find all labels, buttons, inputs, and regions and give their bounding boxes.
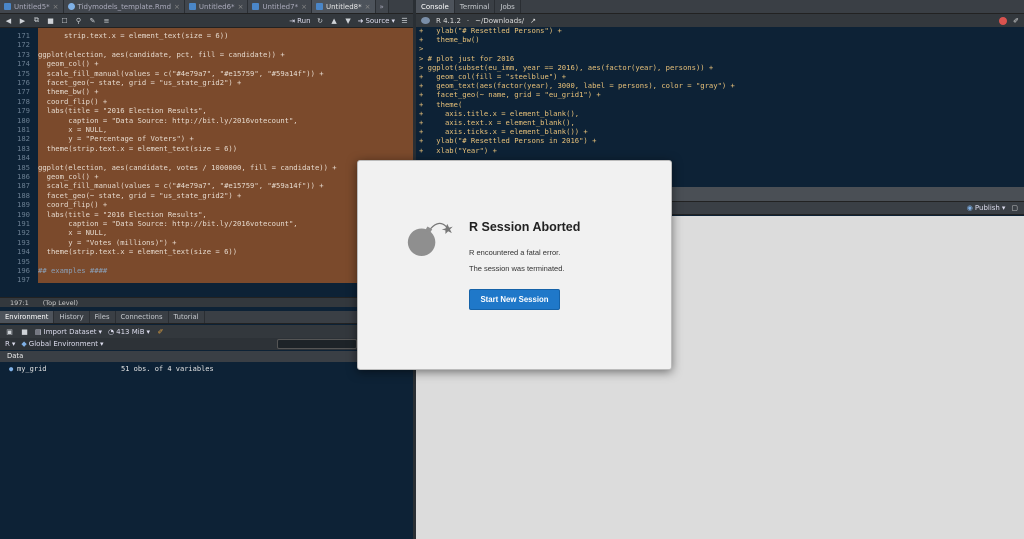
environment-row[interactable]: ● my_grid 51 obs. of 4 variables <box>0 364 413 374</box>
rstudio-window: Untitled5* × Tidymodels_template.Rmd × Unt… <box>0 0 1024 539</box>
search-icon[interactable]: ⚲ <box>74 16 83 25</box>
console-tab-bar: Console Terminal Jobs <box>416 0 1024 14</box>
code-tools-icon[interactable]: ✎ <box>88 16 97 25</box>
editor-toolbar: ◀ ▶ ⧉ ■ ☐ ⚲ ✎ ≡ ⇥ Run ↻ ▲ ▼ ➜ Source ▾ ☰ <box>0 14 413 28</box>
tab-files[interactable]: Files <box>90 311 116 323</box>
down-arrow-icon[interactable]: ▼ <box>344 16 353 25</box>
editor-pane: Untitled5* × Tidymodels_template.Rmd × Unt… <box>0 0 413 539</box>
editor-tab-untitled8[interactable]: Untitled8* × <box>311 0 376 13</box>
tab-environment[interactable]: Environment <box>0 311 55 323</box>
import-dataset-button[interactable]: ▤ Import Dataset ▾ <box>35 328 102 336</box>
console-line: + theme_bw() <box>419 35 480 45</box>
editor-tab-bar: Untitled5* × Tidymodels_template.Rmd × Unt… <box>0 0 413 14</box>
go-to-directory-icon[interactable]: ↗ <box>530 17 536 25</box>
source-on-save-icon[interactable]: ☐ <box>60 16 69 25</box>
tab-console[interactable]: Console <box>416 0 455 13</box>
tab-terminal[interactable]: Terminal <box>455 0 496 13</box>
cursor-position: 197:1 <box>10 298 29 307</box>
r-file-icon <box>315 3 323 10</box>
expand-icon[interactable]: ● <box>9 364 13 374</box>
environment-toolbar: ▣ ■ ▤ Import Dataset ▾ ◔ 413 MiB ▾ ✐ <box>0 325 413 338</box>
environment-tab-bar: Environment History Files Connections Tu… <box>0 311 413 324</box>
import-icon: ▤ <box>35 327 42 336</box>
bomb-icon <box>407 222 453 256</box>
load-workspace-icon[interactable]: ▣ <box>5 327 14 336</box>
clear-console-icon[interactable]: ✐ <box>1013 17 1019 25</box>
r-file-icon <box>252 3 260 10</box>
session-aborted-dialog: R Session Aborted R encountered a fatal … <box>357 160 672 370</box>
console-line: + xlab("Year") + <box>419 145 497 155</box>
show-in-window-icon[interactable]: ⧉ <box>32 16 41 25</box>
close-icon[interactable]: × <box>238 3 244 11</box>
up-arrow-icon[interactable]: ▲ <box>330 16 339 25</box>
chevron-down-icon: ▾ <box>391 16 395 25</box>
editor-status-bar: 197:1 (Top Level) <box>0 297 413 307</box>
variable-value: 51 obs. of 4 variables <box>121 365 214 373</box>
tab-tutorial[interactable]: Tutorial <box>169 311 205 323</box>
globe-icon: ◆ <box>21 340 27 348</box>
interrupt-icon[interactable] <box>999 16 1008 25</box>
console-header: R 4.1.2 · ~/Downloads/ ↗ ✐ <box>416 14 1024 27</box>
chevron-down-icon: ▾ <box>100 340 104 348</box>
environment-body <box>0 375 413 539</box>
chevron-down-icon: ▾ <box>98 327 103 336</box>
start-new-session-button[interactable]: Start New Session <box>469 289 560 310</box>
maximize-icon[interactable]: ▢ <box>1011 204 1018 212</box>
document-outline-icon[interactable]: ≡ <box>102 16 111 25</box>
save-icon[interactable]: ■ <box>46 16 55 25</box>
source-icon: ➜ <box>357 16 364 25</box>
environment-scope-bar: R ▾ ◆ Global Environment ▾ <box>0 338 413 350</box>
language-select[interactable]: R ▾ <box>5 340 15 348</box>
chevron-down-icon: ▾ <box>146 327 151 336</box>
r-logo-icon <box>421 17 430 24</box>
run-icon: ⇥ <box>289 16 296 25</box>
dialog-title: R Session Aborted <box>469 220 581 234</box>
scope-select[interactable]: ◆ Global Environment ▾ <box>21 340 103 348</box>
back-arrow-icon[interactable]: ◀ <box>4 16 13 25</box>
scope-indicator[interactable]: (Top Level) <box>43 299 78 307</box>
tab-jobs[interactable]: Jobs <box>495 0 521 13</box>
r-version: R 4.1.2 <box>436 16 461 25</box>
publish-button[interactable]: ◉ Publish ▾ <box>967 204 1006 212</box>
memory-pie-icon: ◔ <box>108 327 115 336</box>
source-button[interactable]: ➜ Source ▾ <box>358 17 395 25</box>
close-icon[interactable]: × <box>174 3 180 11</box>
chevron-down-icon: ▾ <box>1001 204 1006 212</box>
broom-icon[interactable]: ✐ <box>156 327 165 336</box>
close-icon[interactable]: × <box>53 3 59 11</box>
close-icon[interactable]: × <box>365 3 371 11</box>
tab-history[interactable]: History <box>54 311 90 323</box>
tab-connections[interactable]: Connections <box>116 311 169 323</box>
run-button[interactable]: ⇥ Run <box>289 17 310 25</box>
path-separator-icon: · <box>466 16 470 25</box>
editor-tab-untitled7[interactable]: Untitled7* × <box>248 0 312 13</box>
save-workspace-icon[interactable]: ■ <box>20 327 29 336</box>
r-file-icon <box>188 3 196 10</box>
dialog-message-2: The session was terminated. <box>469 264 565 273</box>
forward-arrow-icon[interactable]: ▶ <box>18 16 27 25</box>
data-section-header: Data <box>0 351 413 362</box>
environment-search-input[interactable] <box>277 339 357 349</box>
r-file-icon <box>4 3 11 10</box>
code-editor[interactable]: 171 strip.text.x = element_text(size = 6… <box>0 28 413 295</box>
close-icon[interactable]: × <box>301 3 307 11</box>
line-number: 197 <box>17 275 30 285</box>
chevron-down-icon: ▾ <box>11 340 16 348</box>
outline-icon[interactable]: ☰ <box>400 16 409 25</box>
working-directory[interactable]: ~/Downloads/ <box>475 17 524 25</box>
publish-icon: ◉ <box>966 204 973 212</box>
editor-tab-untitled5[interactable]: Untitled5* × <box>0 0 64 13</box>
rerun-icon[interactable]: ↻ <box>316 16 325 25</box>
editor-tab-untitled6[interactable]: Untitled6* × <box>184 0 249 13</box>
code-line[interactable]: 197 <box>0 275 413 285</box>
more-tabs-button[interactable]: » <box>375 0 389 13</box>
rmd-file-icon <box>67 3 75 10</box>
variable-name: my_grid <box>17 365 47 373</box>
memory-usage-button[interactable]: ◔ 413 MiB ▾ <box>108 328 150 336</box>
editor-tab-tidymodels[interactable]: Tidymodels_template.Rmd × <box>63 0 185 13</box>
dialog-message-1: R encountered a fatal error. <box>469 248 561 257</box>
